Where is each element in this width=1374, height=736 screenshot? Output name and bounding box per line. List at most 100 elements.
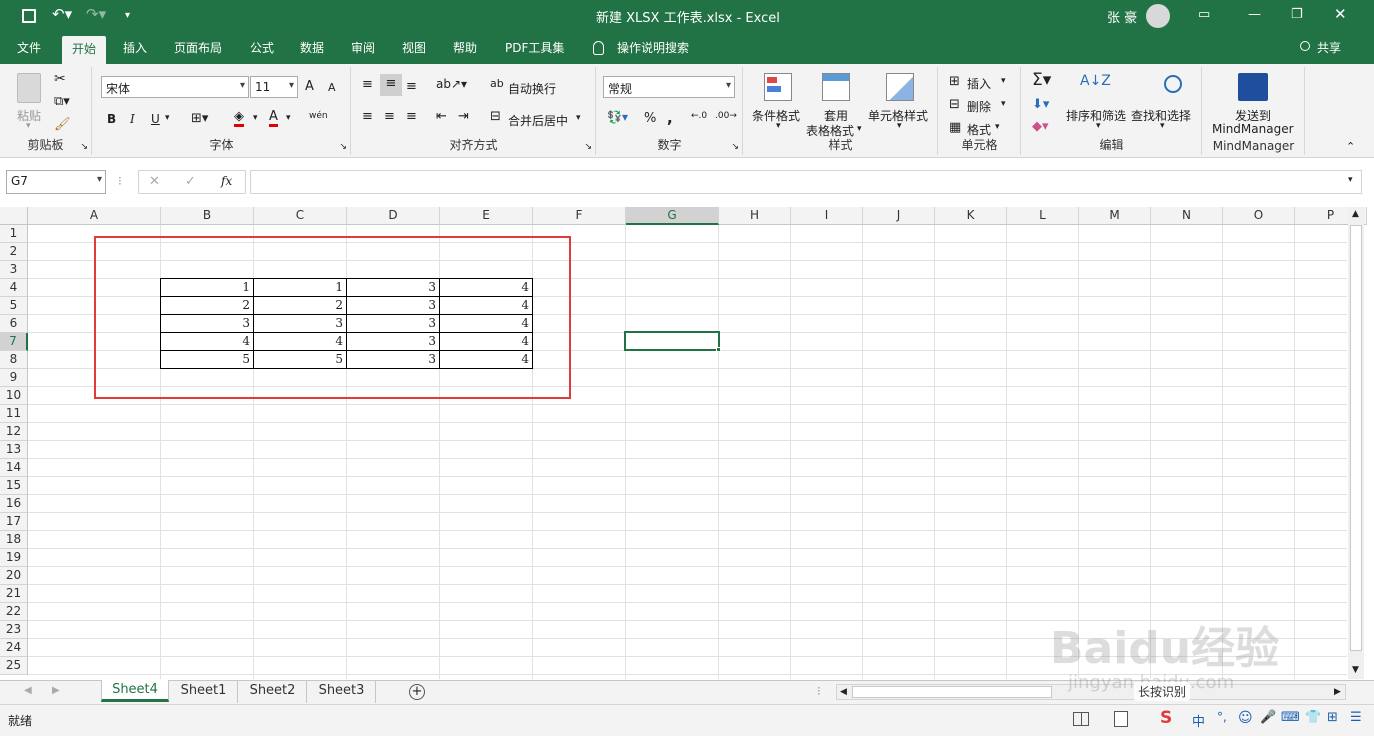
share-button[interactable]: 共享 — [1317, 39, 1341, 56]
align-center-icon[interactable]: ≡ — [384, 109, 395, 124]
number-format-select[interactable]: 常规 ▾ — [603, 76, 735, 98]
decrease-decimal-icon[interactable]: .00→ — [715, 111, 737, 121]
next-sheet-icon[interactable]: ▶ — [52, 685, 60, 696]
align-top-icon[interactable]: ≡ — [362, 77, 373, 92]
avatar[interactable] — [1146, 4, 1170, 28]
fill-color-icon[interactable]: ◈ — [234, 109, 244, 127]
row-header-2[interactable]: 2 — [0, 243, 28, 261]
collapse-ribbon-icon[interactable]: ⌃ — [1346, 140, 1355, 153]
column-header-a[interactable]: A — [28, 207, 161, 225]
ime-punctuation-icon[interactable]: °, — [1217, 710, 1227, 724]
copy-icon[interactable]: ⧉▾ — [54, 94, 70, 109]
close-icon[interactable]: ✕ — [1334, 5, 1347, 23]
enter-icon[interactable]: ✓ — [185, 174, 196, 189]
column-header-d[interactable]: D — [347, 207, 440, 225]
font-color-button[interactable]: A — [269, 109, 278, 127]
scroll-left-icon[interactable]: ◀ — [840, 687, 847, 697]
row-header-3[interactable]: 3 — [0, 261, 28, 279]
cell-styles-dropdown-icon[interactable]: ▾ — [897, 121, 902, 131]
row-header-13[interactable]: 13 — [0, 441, 28, 459]
orientation-icon[interactable]: ab↗▾ — [436, 77, 467, 91]
font-size-select[interactable]: 11 ▾ — [250, 76, 298, 98]
wrap-text-button[interactable]: 自动换行 — [508, 80, 556, 97]
bold-button[interactable]: B — [107, 112, 116, 126]
ime-menu-icon[interactable]: ☰ — [1350, 710, 1362, 725]
row-header-20[interactable]: 20 — [0, 567, 28, 585]
increase-decimal-icon[interactable]: ←.0 — [691, 111, 707, 121]
font-color-dropdown-icon[interactable]: ▾ — [286, 113, 291, 123]
find-select-icon[interactable] — [1164, 75, 1182, 93]
tab-home[interactable]: 开始 — [62, 36, 107, 64]
align-right-icon[interactable]: ≡ — [406, 109, 417, 124]
restore-icon[interactable]: ❐ — [1291, 7, 1303, 22]
insert-function-button[interactable]: fx — [221, 174, 232, 188]
sheet-tab-sheet1[interactable]: Sheet1 — [170, 681, 238, 703]
ime-voice-icon[interactable]: 🎤 — [1260, 710, 1276, 725]
ime-keyboard-icon[interactable]: ⌨ — [1281, 710, 1300, 725]
dialog-launcher-icon[interactable]: ↘ — [731, 142, 739, 152]
font-name-select[interactable]: 宋体 ▾ — [101, 76, 249, 98]
format-as-table-dropdown-icon[interactable]: ▾ — [857, 124, 862, 134]
merge-center-icon[interactable]: ⊟ — [490, 109, 501, 124]
row-header-4[interactable]: 4 — [0, 279, 28, 297]
sort-dropdown-icon[interactable]: ▾ — [1096, 121, 1101, 131]
row-header-10[interactable]: 10 — [0, 387, 28, 405]
row-header-14[interactable]: 14 — [0, 459, 28, 477]
paste-icon[interactable] — [17, 73, 41, 103]
page-layout-view-icon[interactable] — [1114, 711, 1128, 727]
row-header-9[interactable]: 9 — [0, 369, 28, 387]
row-header-8[interactable]: 8 — [0, 351, 28, 369]
underline-dropdown-icon[interactable]: ▾ — [165, 113, 170, 123]
increase-indent-icon[interactable]: ⇥ — [458, 109, 469, 124]
decrease-indent-icon[interactable]: ⇤ — [436, 109, 447, 124]
select-all-corner[interactable] — [0, 207, 28, 225]
tab-file[interactable]: 文件 — [17, 39, 41, 56]
tab-page-layout[interactable]: 页面布局 — [174, 39, 222, 56]
vertical-scrollbar[interactable]: ▲ ▼ — [1348, 207, 1364, 679]
column-header-b[interactable]: B — [161, 207, 254, 225]
insert-cells-icon[interactable]: ⊞ — [949, 74, 960, 89]
cell-grid[interactable]: 11342234333444345534 — [28, 225, 1347, 679]
row-header-15[interactable]: 15 — [0, 477, 28, 495]
more-options-icon[interactable]: ⁝ — [118, 174, 122, 188]
format-cells-icon[interactable]: ▦ — [949, 120, 961, 135]
scroll-up-icon[interactable]: ▲ — [1352, 209, 1359, 219]
tab-data[interactable]: 数据 — [300, 39, 324, 56]
delete-cells-button[interactable]: 删除 — [967, 98, 991, 115]
row-header-5[interactable]: 5 — [0, 297, 28, 315]
column-header-f[interactable]: F — [533, 207, 626, 225]
row-header-7[interactable]: 7 — [0, 333, 28, 351]
split-handle-icon[interactable]: ⁝ — [817, 684, 821, 698]
grow-font-button[interactable]: A — [305, 79, 314, 94]
tab-insert[interactable]: 插入 — [123, 39, 147, 56]
row-header-25[interactable]: 25 — [0, 657, 28, 675]
sheet-tab-sheet3[interactable]: Sheet3 — [308, 681, 376, 703]
sheet-tab-sheet4[interactable]: Sheet4 — [101, 680, 169, 702]
row-header-22[interactable]: 22 — [0, 603, 28, 621]
delete-dropdown-icon[interactable]: ▾ — [1001, 99, 1006, 109]
column-header-g[interactable]: G — [626, 207, 719, 225]
ime-skin-icon[interactable]: 👕 — [1305, 710, 1321, 725]
dialog-launcher-icon[interactable]: ↘ — [339, 142, 347, 152]
row-header-18[interactable]: 18 — [0, 531, 28, 549]
row-header-11[interactable]: 11 — [0, 405, 28, 423]
insert-dropdown-icon[interactable]: ▾ — [1001, 76, 1006, 86]
shrink-font-button[interactable]: A — [328, 81, 336, 94]
tab-pdf-tools[interactable]: PDF工具集 — [505, 39, 564, 56]
column-header-h[interactable]: H — [719, 207, 791, 225]
row-header-23[interactable]: 23 — [0, 621, 28, 639]
horizontal-scrollbar[interactable]: ◀ ▶ — [836, 684, 1346, 700]
dialog-launcher-icon[interactable]: ↘ — [584, 142, 592, 152]
row-header-24[interactable]: 24 — [0, 639, 28, 657]
undo-icon[interactable]: ↶▾ — [52, 5, 72, 23]
column-header-e[interactable]: E — [440, 207, 533, 225]
ime-emoji-icon[interactable]: ☺ — [1238, 710, 1253, 726]
row-header-1[interactable]: 1 — [0, 225, 28, 243]
cut-icon[interactable]: ✂ — [54, 71, 66, 87]
align-bottom-icon[interactable]: ≡ — [406, 79, 417, 94]
prev-sheet-icon[interactable]: ◀ — [24, 685, 32, 696]
ime-chinese-indicator[interactable]: 中 — [1192, 711, 1205, 730]
column-header-o[interactable]: O — [1223, 207, 1295, 225]
format-painter-icon[interactable]: 🖌 — [54, 117, 71, 132]
column-header-l[interactable]: L — [1007, 207, 1079, 225]
